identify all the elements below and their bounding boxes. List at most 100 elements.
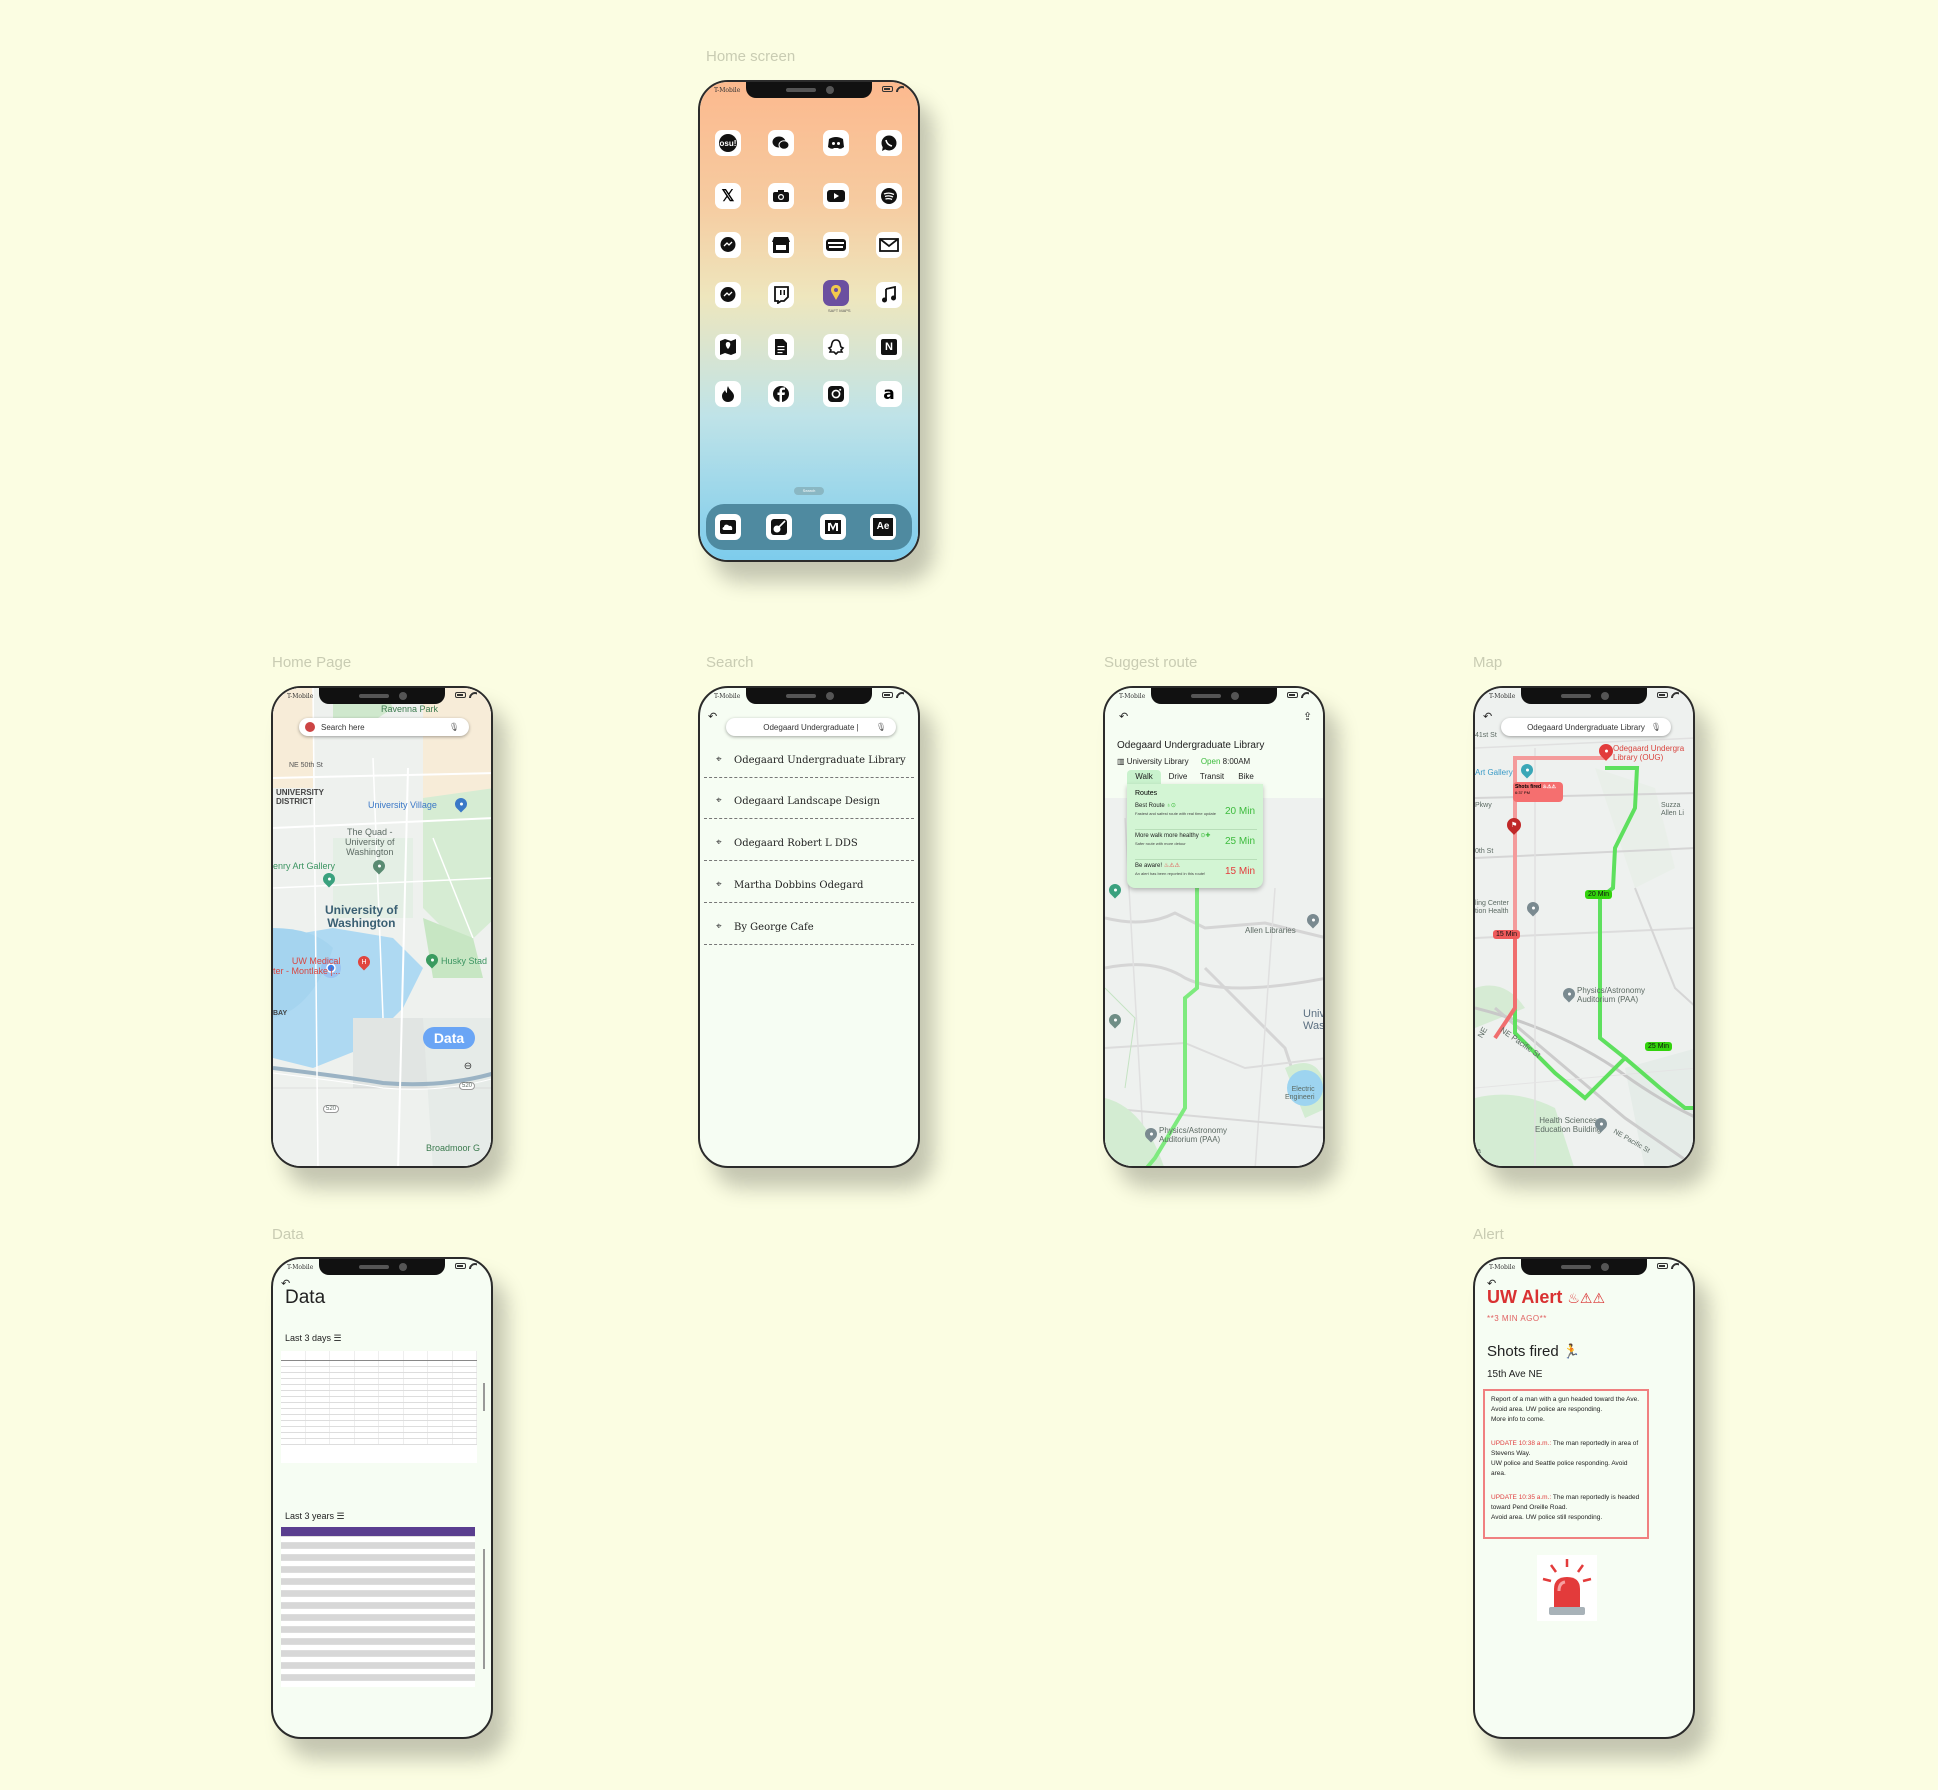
spotify-app-icon[interactable]	[876, 183, 902, 209]
maps-app-icon[interactable]	[715, 334, 741, 360]
battery-icon	[455, 692, 466, 698]
discord-app-icon[interactable]	[823, 130, 849, 156]
back-icon[interactable]: ↶	[708, 710, 717, 723]
route-time-badge-20[interactable]: 20 Min	[1585, 890, 1613, 899]
back-icon[interactable]: ↶	[1487, 1277, 1496, 1290]
medium-dock-icon[interactable]	[820, 514, 846, 540]
music-app-icon[interactable]	[876, 282, 902, 308]
phone-search: T-Mobile ↶ Odegaard Undergraduate | 🎙 ⌖ O…	[698, 686, 920, 1168]
notch	[319, 688, 445, 704]
campus-map[interactable]: Ravenna Park NE 50th St UNIVERSITY DISTR…	[273, 688, 491, 1166]
crime-log-table[interactable]	[281, 1351, 477, 1463]
alert-street: 15th Ave NE	[1487, 1369, 1543, 1380]
search-result[interactable]: ⌖ Odegaard Undergraduate Library	[704, 744, 914, 778]
route-option-time: 20 Min	[1224, 806, 1255, 817]
weather-dock-icon[interactable]	[715, 514, 741, 540]
whatsapp-app-icon[interactable]	[876, 130, 902, 156]
status-icons	[1657, 692, 1679, 698]
search-bar[interactable]: Search here 🎙	[299, 718, 469, 736]
map-label-husky-stadium: Husky Stad	[441, 956, 488, 966]
filter-icon[interactable]: ☰	[337, 1511, 345, 1521]
data-button[interactable]: Data	[423, 1027, 475, 1049]
stumble-guys-app-icon[interactable]	[823, 232, 849, 258]
back-icon[interactable]: ↶	[1483, 710, 1492, 723]
incident-popup[interactable]: Shots fired ♨⚠⚠ 6:37 PM	[1513, 782, 1563, 802]
route-option-name: More walk more healthy	[1135, 833, 1199, 839]
filter-icon[interactable]: ☰	[334, 1333, 342, 1343]
map-label-pkwy: Pkwy	[1475, 802, 1492, 809]
x-app-icon[interactable]: 𝕏	[715, 183, 741, 209]
zoom-out-icon[interactable]: ⊖	[461, 1060, 475, 1074]
map-label-ne50th: NE 50th St	[289, 762, 323, 769]
map-label-41st-st: 41st St	[1475, 732, 1497, 739]
mic-icon[interactable]: 🎙	[449, 723, 459, 732]
library-icon: ▥	[1117, 757, 1125, 766]
back-icon[interactable]: ↶	[281, 1277, 290, 1290]
avatar[interactable]	[305, 722, 315, 732]
search-result-label: Martha Dobbins Odegard	[734, 880, 864, 891]
guitar-dock-icon[interactable]	[766, 514, 792, 540]
search-input[interactable]: Odegaard Undergraduate Library 🎙	[1501, 718, 1671, 736]
mic-icon[interactable]: 🎙	[876, 723, 886, 732]
scrollbar[interactable]	[483, 1383, 485, 1411]
tab-drive[interactable]: Drive	[1161, 770, 1195, 784]
map-label-a: a	[1477, 1148, 1481, 1155]
update-label: UPDATE 10:35 a.m.:	[1491, 1494, 1552, 1501]
notch	[746, 688, 872, 704]
travel-mode-tabs: Walk Drive Transit Bike	[1127, 770, 1263, 784]
saft-maps-app-icon[interactable]	[823, 280, 849, 306]
location-pin-icon: ⌖	[716, 795, 722, 806]
amazon-app-icon[interactable]: a	[876, 381, 902, 407]
route-option[interactable]: Best Route ♁⊙ Fastest and safest route w…	[1135, 802, 1257, 830]
back-icon[interactable]: ↶	[1119, 710, 1128, 723]
crime-stats-table[interactable]	[281, 1527, 475, 1687]
instagram-app-icon[interactable]	[823, 381, 849, 407]
after-effects-dock-icon[interactable]: Ae	[870, 514, 896, 540]
wifi-icon	[896, 86, 904, 92]
route-option[interactable]: Be aware! ♨⚠⚠ An alert has been reported…	[1135, 862, 1257, 886]
store-app-icon[interactable]	[768, 232, 794, 258]
osu-app-icon[interactable]: osu!	[715, 130, 741, 156]
camera-app-icon[interactable]	[768, 183, 794, 209]
facebook-app-icon[interactable]	[768, 381, 794, 407]
share-icon[interactable]: ⇪	[1303, 710, 1312, 723]
tab-transit[interactable]: Transit	[1195, 770, 1229, 784]
scrollbar[interactable]	[483, 1549, 485, 1669]
map-label-henry-art-gallery: enry Art Gallery	[273, 861, 336, 871]
home-search-pill[interactable]: Search	[794, 487, 824, 495]
map-label-university-village: University Village	[368, 800, 437, 810]
warning-icon: ♨⚠⚠	[1163, 863, 1180, 869]
notch	[1521, 1259, 1647, 1275]
tinder-app-icon[interactable]	[715, 381, 741, 407]
status-icons	[1287, 692, 1309, 698]
tab-bike[interactable]: Bike	[1229, 770, 1263, 784]
search-result[interactable]: ⌖ Odegaard Landscape Design	[704, 785, 914, 819]
youtube-app-icon[interactable]	[823, 183, 849, 209]
mail-app-icon[interactable]	[876, 232, 902, 258]
search-result[interactable]: ⌖ Odegaard Robert L DDS	[704, 827, 914, 861]
messenger-app-icon-2[interactable]	[715, 282, 741, 308]
search-query: Odegaard Undergraduate |	[763, 722, 859, 732]
route-time-badge-15[interactable]: 15 Min	[1493, 930, 1521, 939]
location-pin-icon: ⌖	[716, 879, 722, 890]
battery-icon	[1287, 692, 1298, 698]
page-title: Data	[285, 1287, 326, 1308]
search-input[interactable]: Search here	[321, 723, 365, 732]
search-result[interactable]: ⌖ By George Cafe	[704, 911, 914, 945]
alert-details: Report of a man with a gun headed toward…	[1483, 1389, 1649, 1539]
search-result[interactable]: ⌖ Martha Dobbins Odegard	[704, 869, 914, 903]
twitch-app-icon[interactable]	[768, 282, 794, 308]
docs-app-icon[interactable]	[768, 334, 794, 360]
notion-app-icon[interactable]: N	[876, 334, 902, 360]
phone-suggest-route: T-Mobile ↶ ⇪ Odegaard Undergraduate Libr…	[1103, 686, 1325, 1168]
messenger-app-icon[interactable]	[715, 232, 741, 258]
wechat-app-icon[interactable]	[768, 130, 794, 156]
search-input[interactable]: Odegaard Undergraduate | 🎙	[726, 718, 896, 736]
mic-icon[interactable]: 🎙	[1651, 723, 1661, 732]
phone-alert: T-Mobile ↶ UW Alert ♨⚠⚠ **3 MIN AGO** Sh…	[1473, 1257, 1695, 1739]
map-label-health-sciences: Health Sciences Education Building	[1535, 1116, 1602, 1134]
tab-walk[interactable]: Walk	[1127, 770, 1161, 784]
snapchat-app-icon[interactable]	[823, 334, 849, 360]
route-time-badge-25[interactable]: 25 Min	[1645, 1042, 1673, 1051]
route-option[interactable]: More walk more healthy ⊙✚ Safer route wi…	[1135, 832, 1257, 860]
